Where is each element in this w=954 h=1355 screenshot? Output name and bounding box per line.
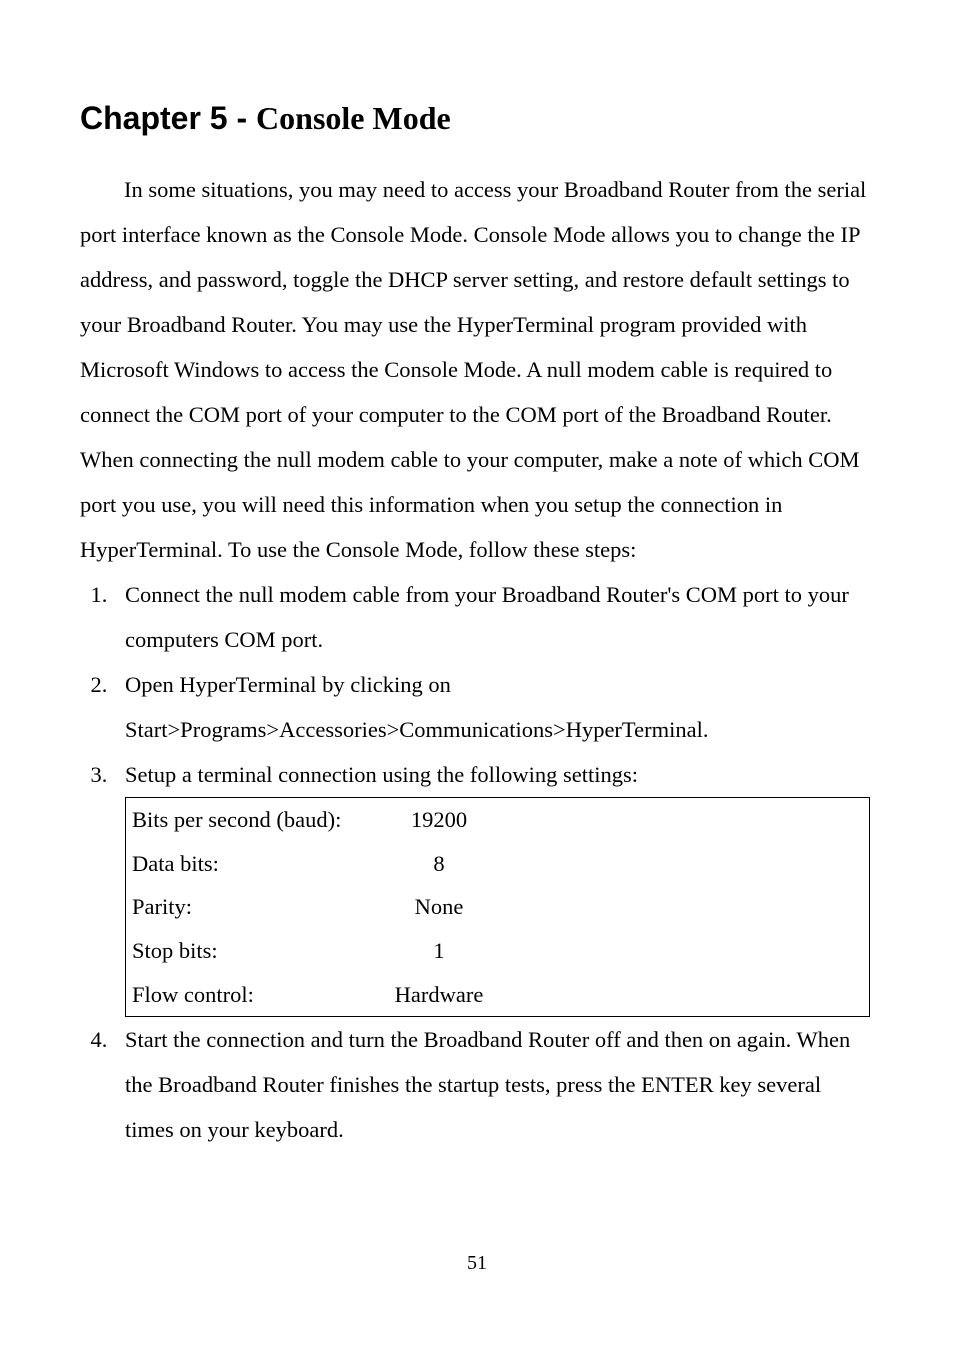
steps-list: Connect the null modem cable from your B… [80,572,874,1152]
setting-value: None [383,885,495,929]
table-filler [495,929,870,973]
table-row: Stop bits: 1 [126,929,870,973]
table-filler [495,842,870,886]
setting-value: 19200 [383,798,495,842]
table-row: Parity: None [126,885,870,929]
setting-value: 8 [383,842,495,886]
setting-value: 1 [383,929,495,973]
chapter-heading: Chapter 5 - Console Mode [80,100,874,137]
setting-label: Stop bits: [126,929,384,973]
setting-label: Bits per second (baud): [126,798,384,842]
setting-label: Parity: [126,885,384,929]
table-filler [495,798,870,842]
page-number: 51 [0,1252,954,1275]
chapter-label: Chapter 5 - [80,100,256,136]
step-2: Open HyperTerminal by clicking on Start>… [113,662,874,752]
setting-label: Data bits: [126,842,384,886]
chapter-title: Console Mode [256,100,451,136]
step-1-text: Connect the null modem cable from your B… [125,582,849,652]
table-filler [495,885,870,929]
settings-table: Bits per second (baud): 19200 Data bits:… [125,797,870,1017]
step-4: Start the connection and turn the Broadb… [113,1017,874,1152]
step-2-text: Open HyperTerminal by clicking on Start>… [125,672,708,742]
step-3-text: Setup a terminal connection using the fo… [125,762,638,787]
step-1: Connect the null modem cable from your B… [113,572,874,662]
table-row: Data bits: 8 [126,842,870,886]
setting-label: Flow control: [126,973,384,1017]
table-filler [495,973,870,1017]
step-3: Setup a terminal connection using the fo… [113,752,874,1017]
table-row: Bits per second (baud): 19200 [126,798,870,842]
table-row: Flow control: Hardware [126,973,870,1017]
step-4-text: Start the connection and turn the Broadb… [125,1027,850,1142]
setting-value: Hardware [383,973,495,1017]
intro-paragraph: In some situations, you may need to acce… [80,167,874,572]
